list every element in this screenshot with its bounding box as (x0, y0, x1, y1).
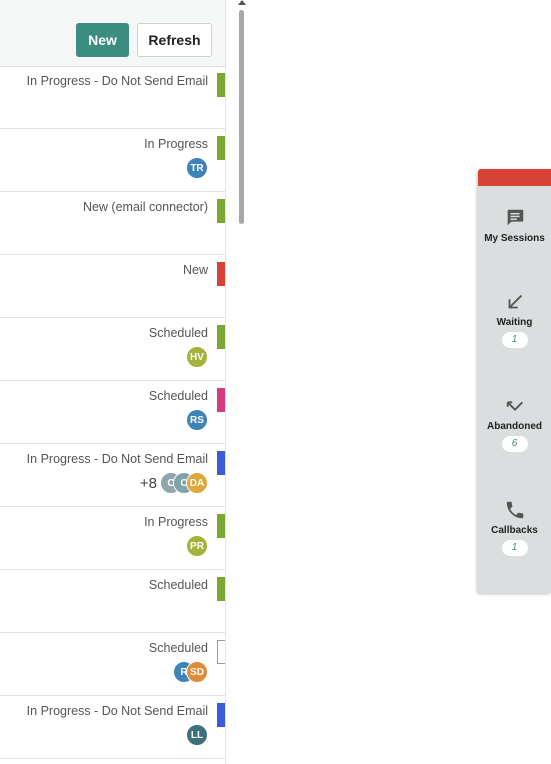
status-label: In Progress (144, 515, 208, 529)
avatar[interactable]: HV (186, 346, 208, 368)
avatar[interactable]: SD (186, 661, 208, 683)
priority-indicator (217, 325, 225, 349)
avatar[interactable]: PR (186, 535, 208, 557)
table-row[interactable]: New (0, 255, 225, 318)
priority-indicator (217, 703, 225, 727)
assignee-avatars: PR (186, 535, 208, 557)
priority-indicator (217, 73, 225, 97)
abandoned-count-badge: 6 (501, 436, 528, 452)
new-button[interactable]: New (76, 23, 129, 57)
table-row[interactable]: Scheduled RS (0, 381, 225, 444)
sidebar-item-label: Abandoned (487, 421, 542, 432)
sidebar-item-label: Waiting (496, 317, 533, 328)
sidebar-item-label: Callbacks (491, 525, 538, 536)
chat-icon (507, 209, 523, 226)
status-label: In Progress - Do Not Send Email (26, 452, 208, 466)
priority-indicator (217, 199, 225, 223)
sidebar-item-abandoned[interactable]: Abandoned 6 (478, 395, 551, 452)
sidebar-item-waiting[interactable]: Waiting 1 (478, 291, 551, 348)
priority-indicator (217, 388, 225, 412)
waiting-count-badge: 1 (501, 332, 528, 348)
status-label: In Progress - Do Not Send Email (26, 704, 208, 718)
priority-indicator (217, 262, 225, 286)
status-label: Scheduled (148, 641, 208, 655)
status-label: In Progress (144, 137, 208, 151)
table-row[interactable]: In Progress - Do Not Send Email +8 C C DA (0, 444, 225, 507)
sidebar-item-callbacks[interactable]: Callbacks 1 (478, 499, 551, 556)
list-toolbar: New Refresh (0, 0, 225, 67)
arrow-down-left-icon (508, 294, 522, 309)
status-label: New (email connector) (82, 200, 208, 214)
avatar[interactable]: RS (186, 409, 208, 431)
status-label: Scheduled (148, 578, 208, 592)
scroll-thumb[interactable] (239, 10, 244, 224)
sidebar-item-my-sessions[interactable]: My Sessions (478, 207, 551, 244)
sidebar-accent-bar (478, 169, 551, 186)
table-row[interactable]: In Progress TR (0, 129, 225, 192)
avatar[interactable]: LL (186, 724, 208, 746)
assignee-avatars: R SD (173, 661, 208, 683)
status-label: Scheduled (148, 326, 208, 340)
table-row[interactable]: New (email connector) (0, 192, 225, 255)
phone-icon (506, 501, 523, 519)
more-assignees-count[interactable]: +8 (140, 475, 157, 492)
assignee-avatars: RS (186, 409, 208, 431)
assignee-avatars: TR (186, 157, 208, 179)
table-row[interactable]: In Progress - Do Not Send Email LL (0, 696, 225, 759)
refresh-button[interactable]: Refresh (137, 23, 212, 57)
priority-indicator (217, 640, 225, 664)
status-label: Scheduled (148, 389, 208, 403)
case-list-panel: New Refresh In Progress - Do Not Send Em… (0, 0, 226, 764)
status-label: New (182, 263, 208, 277)
case-list: In Progress - Do Not Send Email In Progre… (0, 66, 225, 759)
session-sidebar: My Sessions Waiting 1 Abandoned 6 Callba… (478, 169, 551, 593)
priority-indicator (217, 451, 225, 475)
scroll-up-arrow-icon[interactable] (238, 0, 246, 5)
callbacks-count-badge: 1 (501, 540, 528, 556)
status-label: In Progress - Do Not Send Email (26, 74, 208, 88)
priority-indicator (217, 577, 225, 601)
table-row[interactable]: Scheduled R SD (0, 633, 225, 696)
table-row[interactable]: Scheduled (0, 570, 225, 633)
priority-indicator (217, 136, 225, 160)
avatar[interactable]: TR (186, 157, 208, 179)
assignee-avatars: HV (186, 346, 208, 368)
priority-indicator (217, 514, 225, 538)
avatar[interactable]: DA (186, 472, 208, 494)
sidebar-item-label: My Sessions (484, 233, 545, 244)
table-row[interactable]: Scheduled HV (0, 318, 225, 381)
missed-call-icon (506, 401, 523, 411)
assignee-avatars: LL (186, 724, 208, 746)
list-scrollbar[interactable] (238, 0, 246, 764)
table-row[interactable]: In Progress - Do Not Send Email (0, 66, 225, 129)
assignee-avatars: +8 C C DA (140, 472, 208, 494)
table-row[interactable]: In Progress PR (0, 507, 225, 570)
